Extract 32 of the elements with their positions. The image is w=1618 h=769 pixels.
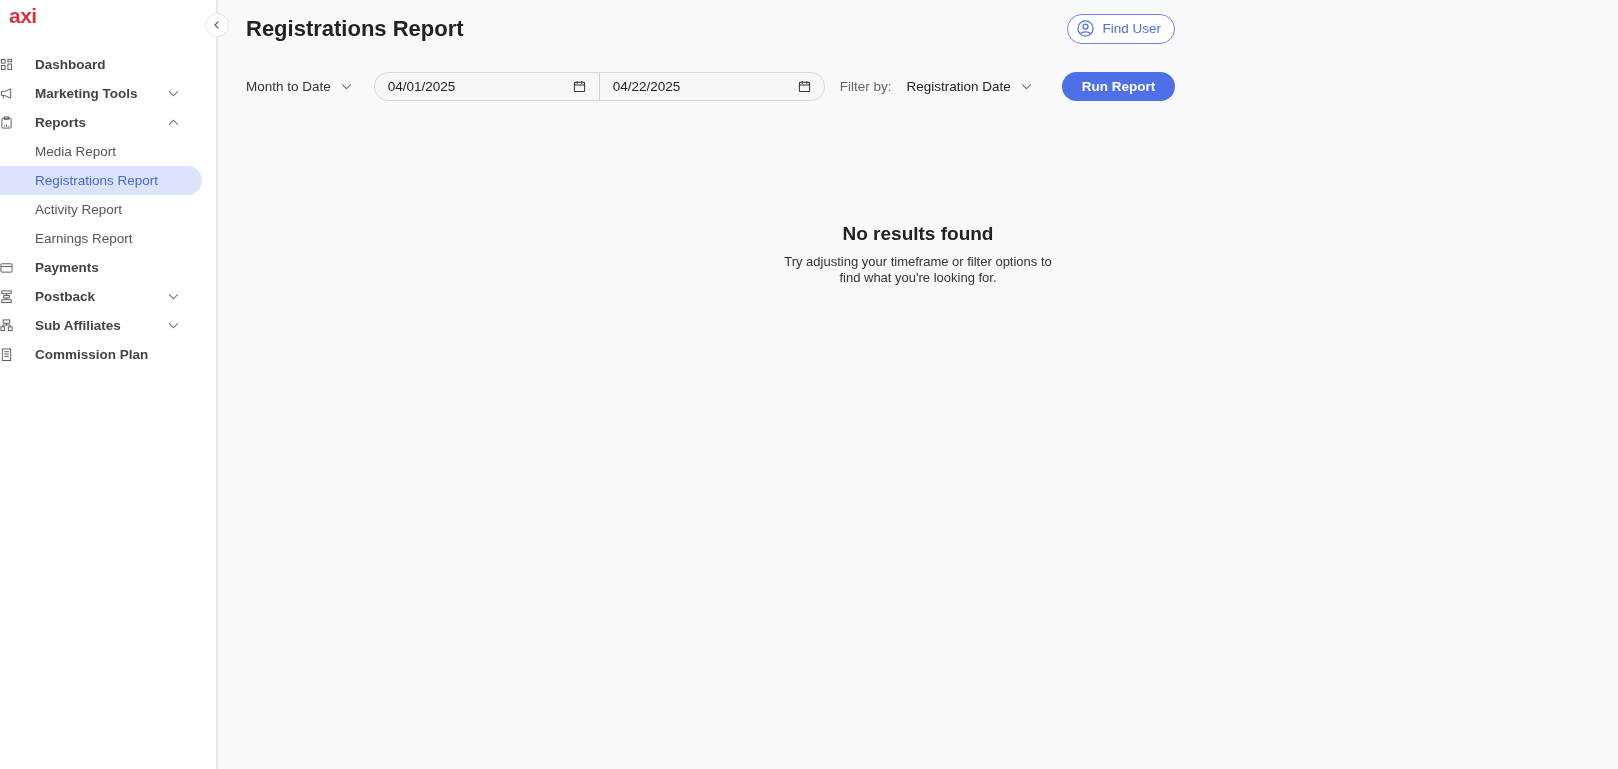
find-user-button[interactable]: Find User xyxy=(1067,13,1175,44)
grid-icon xyxy=(0,58,13,71)
flow-icon xyxy=(0,290,13,303)
nav-subitem[interactable]: Media Report xyxy=(0,137,202,166)
filter-label: Filter by: xyxy=(839,79,892,94)
nav-item[interactable]: Reports xyxy=(0,108,216,137)
nav-item[interactable]: Postback xyxy=(0,282,216,311)
filter-dropdown[interactable]: Registration Date xyxy=(906,79,1032,94)
logo[interactable]: axi xyxy=(9,4,37,27)
page-title: Registrations Report xyxy=(246,15,464,42)
period-dropdown[interactable]: Month to Date xyxy=(246,79,352,94)
empty-state-title: No results found xyxy=(841,223,995,245)
clipboard-icon xyxy=(0,116,13,129)
chevron-down-icon xyxy=(340,83,352,90)
nav-item[interactable]: Dashboard xyxy=(0,50,216,79)
empty-state-message: Try adjusting your timeframe or filter options to find what you're looking for. xyxy=(783,254,1053,286)
user-icon xyxy=(1077,20,1095,37)
nav-item[interactable]: Payments xyxy=(0,253,216,282)
run-report-button[interactable]: Run Report xyxy=(1062,72,1175,101)
document-icon xyxy=(0,348,13,361)
nav-subitem[interactable]: Earnings Report xyxy=(0,224,202,253)
chevron-left-icon xyxy=(212,20,222,30)
nav-subitem[interactable]: Activity Report xyxy=(0,195,202,224)
card-icon xyxy=(0,261,13,274)
hierarchy-icon xyxy=(0,319,13,332)
collapse-sidebar-button[interactable] xyxy=(205,13,229,37)
megaphone-icon xyxy=(0,87,13,100)
chevron-down-icon xyxy=(1020,83,1032,90)
nav-item[interactable]: Commission Plan xyxy=(0,340,216,369)
nav-item[interactable]: Marketing Tools xyxy=(0,79,216,108)
nav-item[interactable]: Sub Affiliates xyxy=(0,311,216,340)
nav-subitem[interactable]: Registrations Report xyxy=(0,166,202,195)
